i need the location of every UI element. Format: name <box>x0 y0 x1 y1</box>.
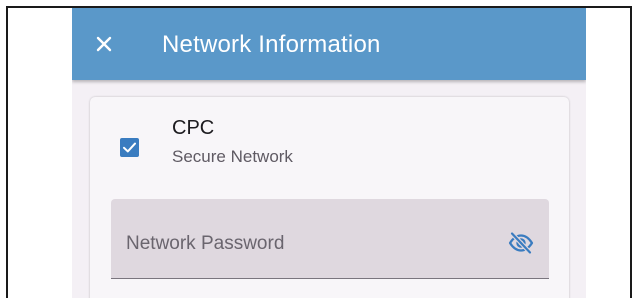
network-checkbox[interactable] <box>120 138 139 157</box>
network-security-label: Secure Network <box>172 147 293 166</box>
network-info-dialog: Network Information CPC Secure Network N… <box>72 8 586 298</box>
password-placeholder: Network Password <box>126 233 285 254</box>
close-icon <box>90 30 118 58</box>
network-name: CPC <box>172 117 215 139</box>
close-button[interactable] <box>90 30 118 58</box>
page-title: Network Information <box>162 31 381 58</box>
toggle-password-visibility-button[interactable] <box>507 229 535 257</box>
network-password-field[interactable]: Network Password <box>111 199 549 279</box>
app-bar: Network Information <box>72 8 586 80</box>
eye-off-icon <box>507 229 535 257</box>
check-icon <box>120 138 139 157</box>
